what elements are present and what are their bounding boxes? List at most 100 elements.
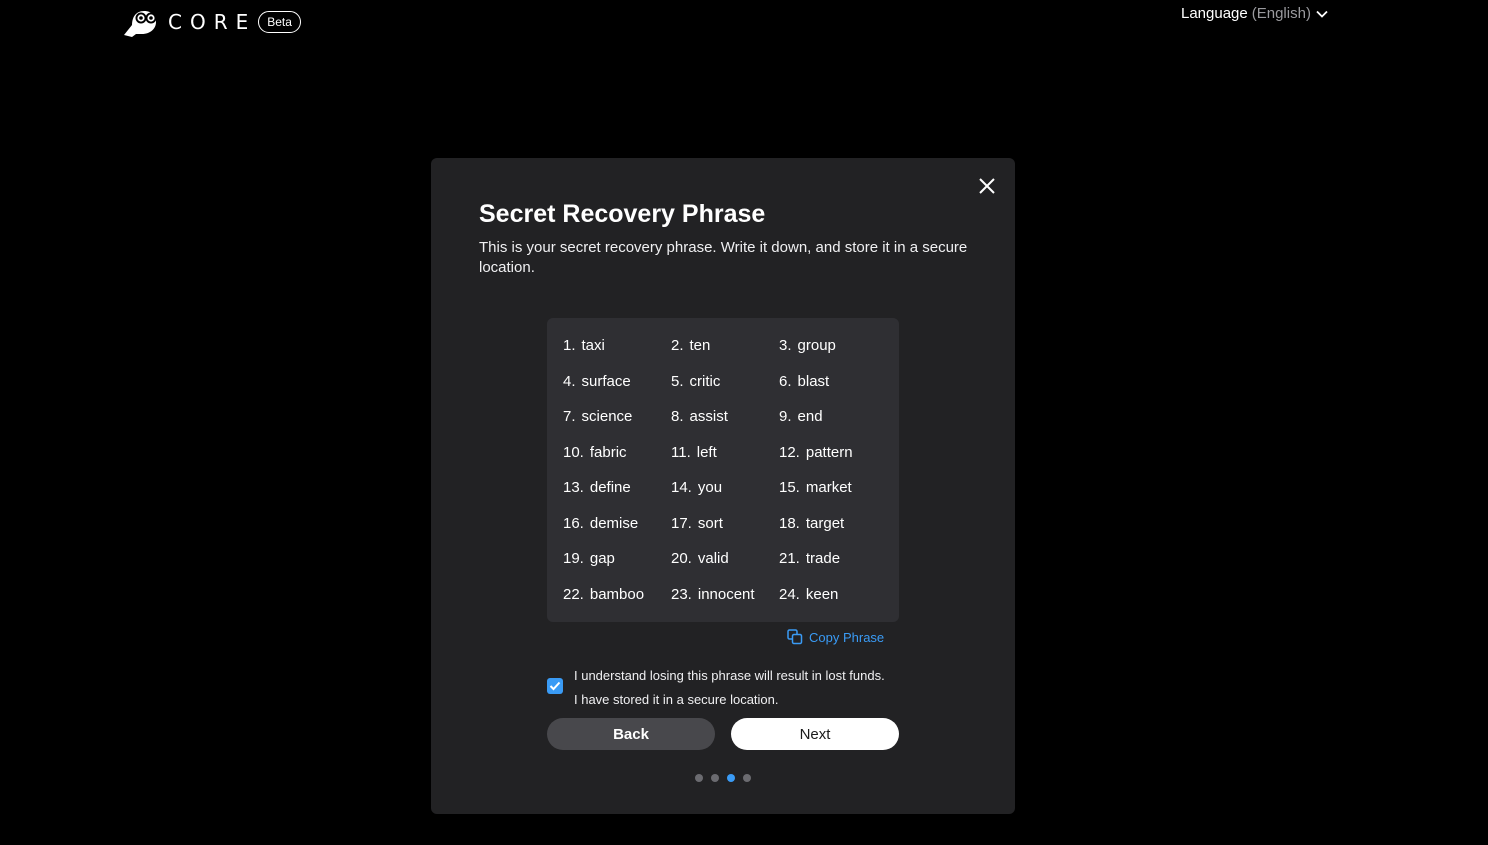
copy-phrase-label: Copy Phrase (809, 629, 885, 645)
terms-acknowledgement: I understand losing this phrase will res… (547, 664, 885, 712)
recovery-phrase-grid: 1. taxi 2. ten 3. group 4. surface 5. critic 6. bla… (563, 328, 899, 612)
brand-name: CORE (168, 10, 257, 34)
phrase-word: 5. critic (671, 364, 779, 400)
phrase-word-text: sort (697, 514, 723, 532)
top-bar: CORE Beta Language (English) (0, 0, 1488, 44)
phrase-word-text: science (581, 408, 633, 425)
step-dot (711, 774, 719, 782)
step-dot (695, 774, 703, 782)
terms-line-2: I have stored it in a secure location. (574, 692, 779, 707)
phrase-word-number: 6. (779, 372, 792, 390)
phrase-word-number: 11. (671, 443, 691, 461)
chevron-down-icon (1316, 10, 1328, 18)
step-dot (727, 774, 735, 782)
phrase-word-text: gap (589, 550, 615, 567)
phrase-word-text: innocent (697, 585, 755, 603)
phrase-word: 20. valid (671, 541, 779, 577)
phrase-word-number: 10. (563, 443, 584, 461)
phrase-word-number: 24. (779, 585, 800, 603)
next-button[interactable]: Next (731, 718, 899, 750)
phrase-word: 23. innocent (671, 577, 779, 613)
phrase-word: 22. bamboo (563, 577, 671, 613)
phrase-word: 24. keen (779, 577, 887, 613)
phrase-word-text: you (697, 479, 723, 496)
phrase-word-number: 19. (563, 550, 584, 567)
phrase-word-number: 8. (671, 408, 684, 425)
brand-logo[interactable]: CORE Beta (122, 6, 301, 38)
phrase-word-text: valid (697, 550, 729, 567)
phrase-word: 4. surface (563, 364, 671, 400)
owl-logo-icon (124, 11, 157, 37)
phrase-word-number: 17. (671, 514, 692, 532)
phrase-word-number: 22. (563, 585, 584, 603)
phrase-word: 7. science (563, 399, 671, 435)
step-dot (743, 774, 751, 782)
phrase-word: 2. ten (671, 328, 779, 364)
phrase-word: 3. group (779, 328, 887, 364)
copy-phrase-button[interactable]: Copy Phrase (787, 629, 884, 645)
phrase-word: 17. sort (671, 506, 779, 542)
phrase-word-number: 3. (779, 337, 792, 354)
phrase-word-text: ten (689, 337, 711, 354)
phrase-word: 21. trade (779, 541, 887, 577)
phrase-word-text: fabric (589, 443, 627, 461)
phrase-word-number: 12. (779, 443, 800, 461)
phrase-word-number: 15. (779, 479, 800, 496)
phrase-word: 9. end (779, 399, 887, 435)
back-button[interactable]: Back (547, 718, 715, 750)
modal-description: This is your secret recovery phrase. Wri… (479, 239, 968, 276)
terms-text: I understand losing this phrase will res… (574, 664, 885, 712)
recovery-phrase-modal: Secret Recovery Phrase This is your secr… (431, 158, 1015, 814)
copy-icon (787, 629, 803, 645)
phrase-word-text: define (589, 479, 631, 496)
phrase-word-number: 9. (779, 408, 792, 425)
phrase-word: 13. define (563, 470, 671, 506)
phrase-word-text: bamboo (589, 585, 645, 603)
phrase-word: 6. blast (779, 364, 887, 400)
terms-checkbox[interactable] (547, 678, 563, 694)
phrase-word-text: target (805, 514, 845, 532)
phrase-word-text: taxi (581, 337, 605, 354)
close-icon[interactable] (977, 176, 997, 196)
phrase-word: 12. pattern (779, 435, 887, 471)
phrase-word-number: 2. (671, 337, 684, 354)
phrase-word-text: surface (581, 372, 631, 390)
phrase-word-number: 23. (671, 585, 692, 603)
phrase-word-number: 18. (779, 514, 800, 532)
phrase-word-number: 14. (671, 479, 692, 496)
language-selector[interactable]: Language (English) (1181, 5, 1328, 23)
phrase-word-text: keen (805, 585, 839, 603)
phrase-word-text: left (696, 443, 717, 461)
checkmark-icon (549, 681, 561, 691)
recovery-phrase-box: 1. taxi 2. ten 3. group 4. surface 5. critic 6. bla… (547, 318, 899, 622)
language-value: (English) (1251, 5, 1311, 22)
phrase-word-text: end (797, 408, 823, 425)
phrase-word-text: trade (805, 550, 841, 567)
phrase-word: 15. market (779, 470, 887, 506)
phrase-word-text: demise (589, 514, 639, 532)
phrase-word: 19. gap (563, 541, 671, 577)
phrase-word-number: 7. (563, 408, 576, 425)
phrase-word-text: pattern (805, 443, 853, 461)
phrase-word-number: 21. (779, 550, 800, 567)
step-indicator (695, 774, 759, 782)
phrase-word-text: critic (689, 372, 721, 390)
phrase-word-number: 1. (563, 337, 576, 354)
terms-line-1: I understand losing this phrase will res… (574, 668, 885, 683)
phrase-word-number: 13. (563, 479, 584, 496)
phrase-word-text: blast (797, 372, 830, 390)
phrase-word: 10. fabric (563, 435, 671, 471)
phrase-word: 11. left (671, 435, 779, 471)
beta-badge: Beta (258, 11, 301, 33)
phrase-word-number: 5. (671, 372, 684, 390)
phrase-word: 1. taxi (563, 328, 671, 364)
phrase-word: 14. you (671, 470, 779, 506)
language-label: Language (1181, 5, 1248, 22)
phrase-word-number: 20. (671, 550, 692, 567)
phrase-word-number: 4. (563, 372, 576, 390)
phrase-word: 16. demise (563, 506, 671, 542)
phrase-word-text: group (797, 337, 836, 354)
phrase-word-number: 16. (563, 514, 584, 532)
modal-title: Secret Recovery Phrase (479, 200, 766, 228)
phrase-word: 18. target (779, 506, 887, 542)
